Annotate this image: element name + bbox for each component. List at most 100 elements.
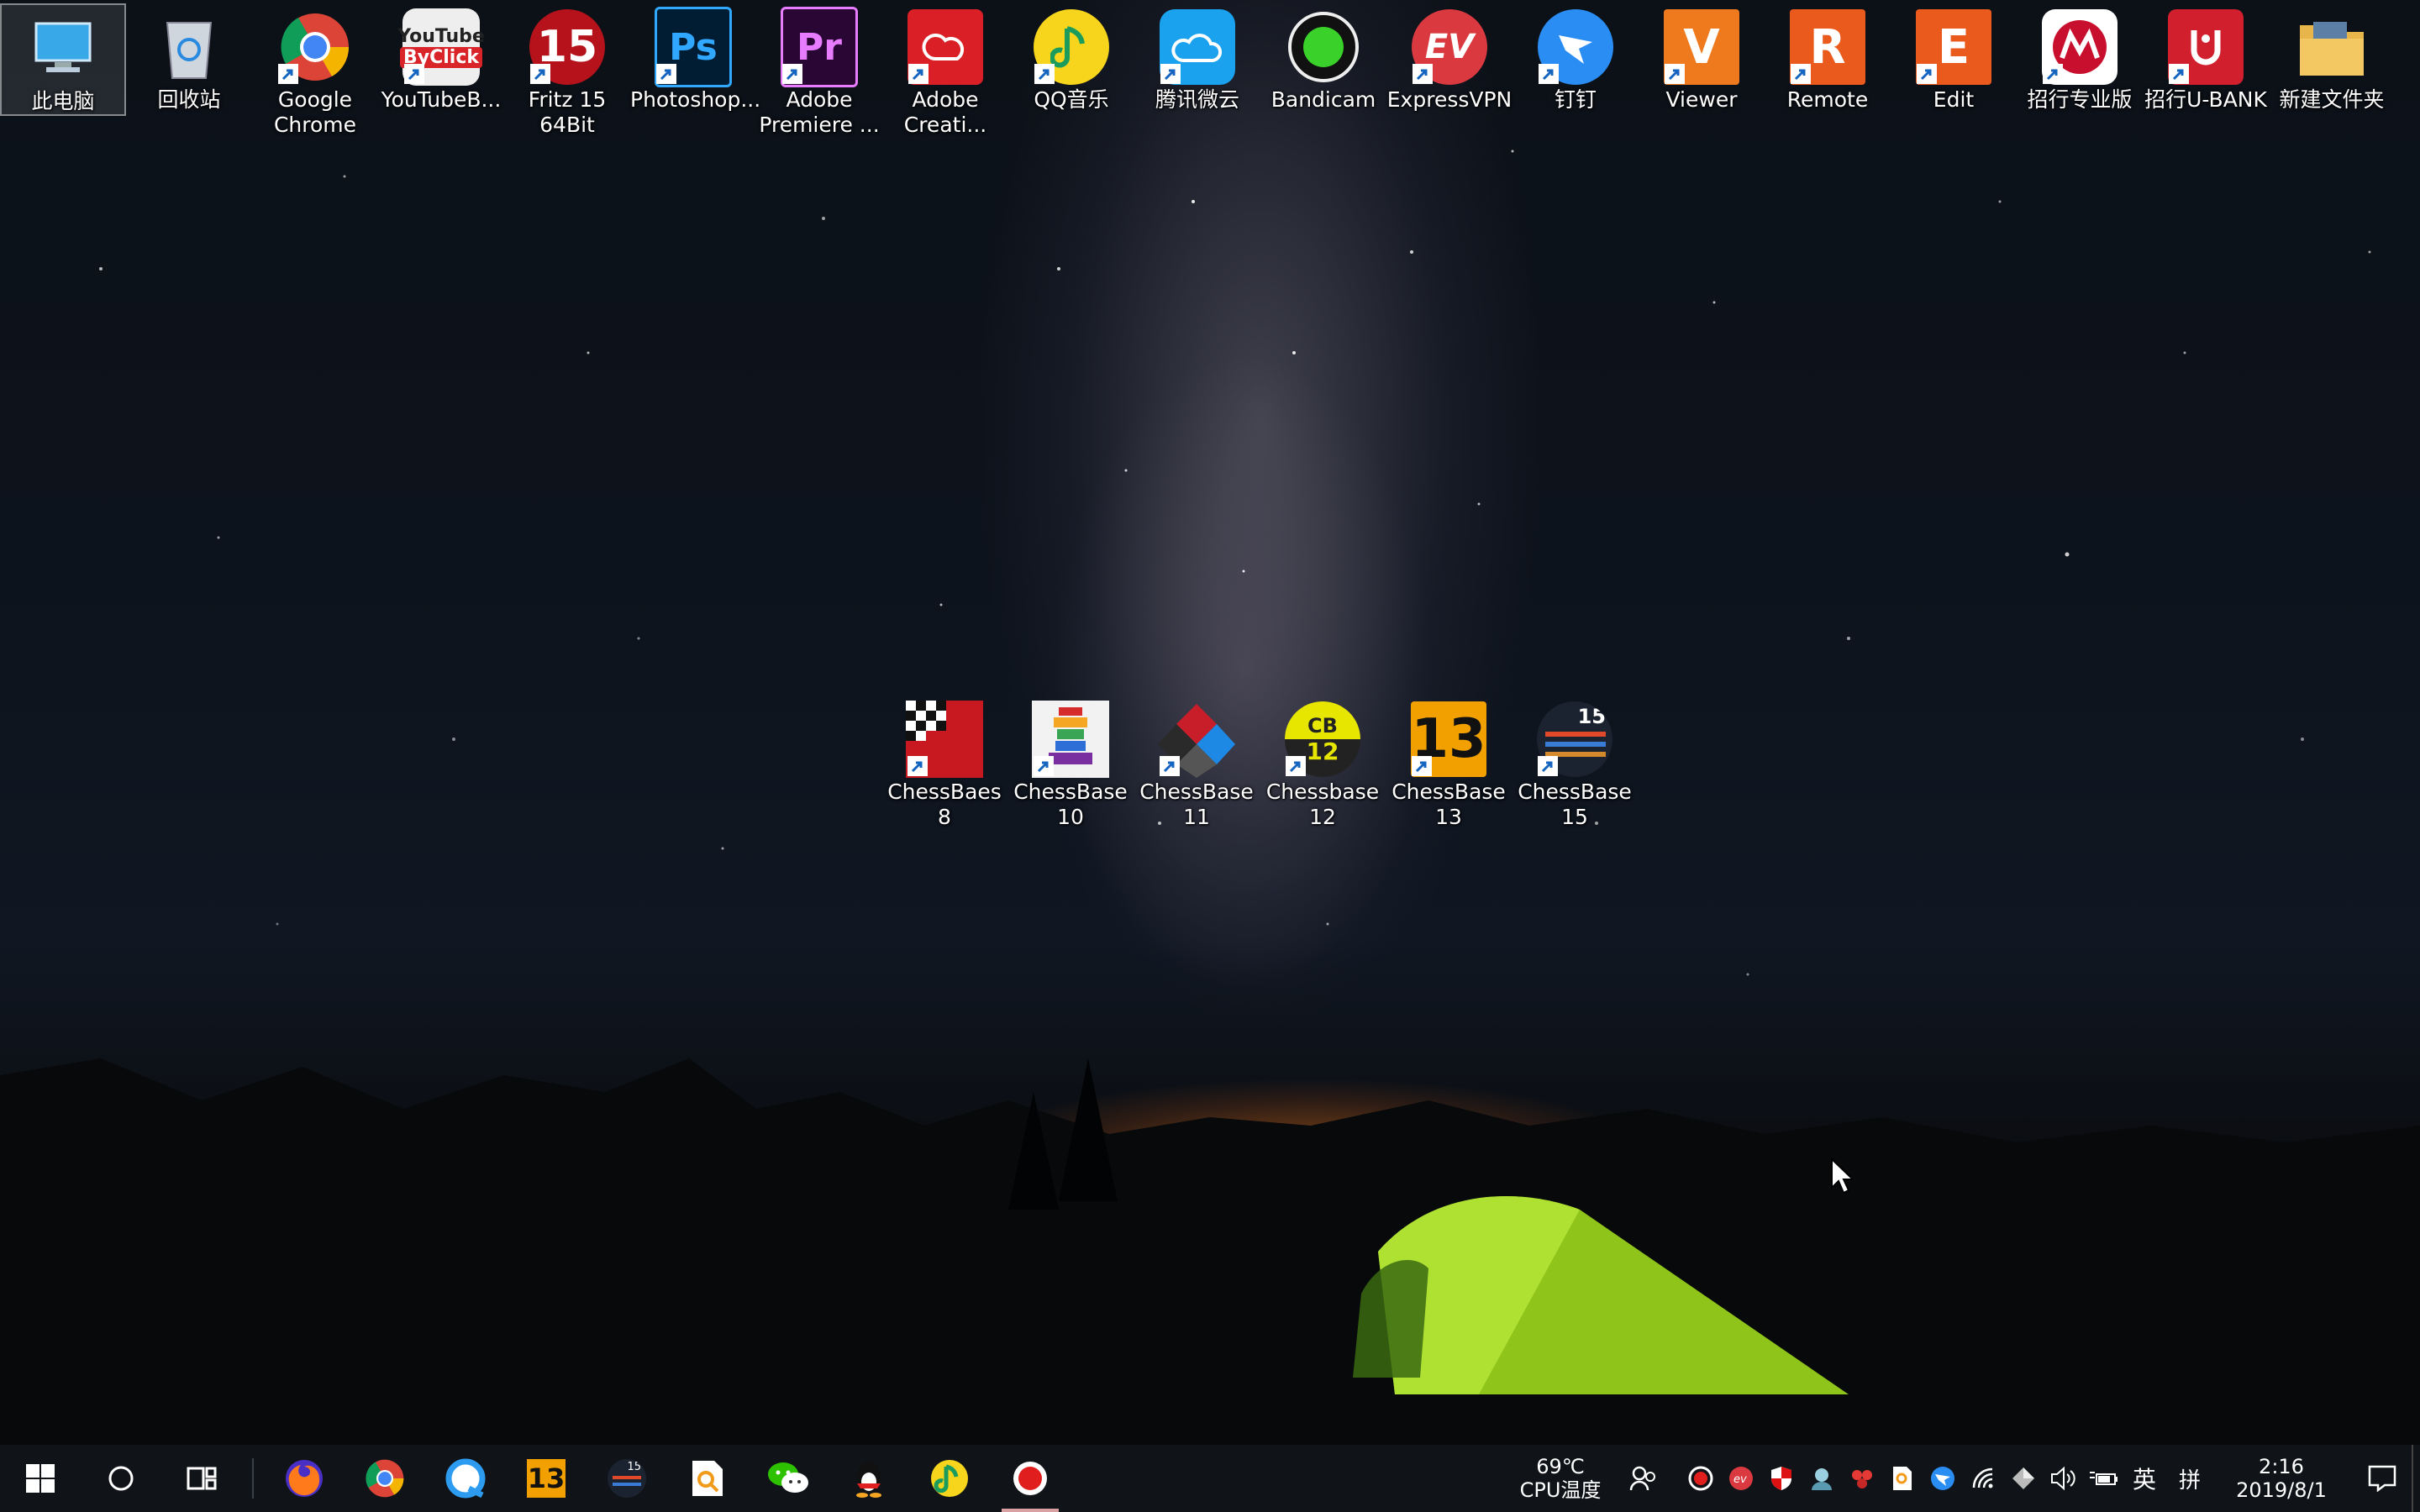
shortcut-arrow-icon	[404, 64, 424, 84]
taskbar-app-chessbase15[interactable]: 15	[587, 1445, 667, 1512]
user-avatar-icon	[1812, 1468, 1832, 1490]
tray-doc-app[interactable]	[1882, 1445, 1923, 1512]
desktop-icon-label: ChessBase 10	[1013, 780, 1128, 829]
tray-people-button[interactable]	[1623, 1445, 1664, 1512]
action-center-button[interactable]	[2353, 1445, 2412, 1512]
taskbar-app-browser[interactable]	[425, 1445, 506, 1512]
desktop-icon-chessbase12[interactable]: CB 12 Chessbase 12	[1260, 696, 1386, 830]
desktop-icon-label: Adobe Premiere ...	[759, 87, 880, 137]
desktop-icon-label: Edit	[1933, 87, 1975, 112]
taskbar-app-chessbase13[interactable]: 13	[506, 1445, 587, 1512]
folder-icon	[2293, 8, 2370, 86]
desktop-icon-fritz15[interactable]: 15 Fritz 15 64Bit	[504, 3, 630, 138]
desktop-icon-weiyun[interactable]: 腾讯微云	[1134, 3, 1260, 113]
shortcut-arrow-icon	[908, 64, 929, 84]
chessbase13-icon: 13	[527, 1459, 566, 1498]
desktop-icon-new-folder[interactable]: 新建文件夹	[2269, 3, 2395, 113]
tray-ime-mode[interactable]: 拼	[2165, 1445, 2215, 1512]
desktop-icon-photoshop[interactable]: Ps Photoshop...	[630, 3, 760, 113]
desktop-icon-cmb-pro[interactable]: 招行专业版	[2017, 3, 2143, 113]
taskbar-app-doc-viewer[interactable]	[667, 1445, 748, 1512]
shortcut-arrow-icon	[1539, 64, 1559, 84]
qq-music-icon	[931, 1460, 968, 1497]
tray-volume[interactable]	[2044, 1445, 2084, 1512]
desktop[interactable]: 此电脑 回收站 Google Chrome YouTube ByClick Yo…	[0, 0, 2420, 1445]
show-desktop-button[interactable]	[2412, 1445, 2420, 1512]
tray-network[interactable]	[1963, 1445, 2003, 1512]
desktop-icon-youtube-byclick[interactable]: YouTube ByClick YouTubeB...	[378, 3, 504, 113]
desktop-icon-chessbase13[interactable]: 13 ChessBase 13	[1386, 696, 1512, 830]
cortana-circle-icon	[108, 1466, 134, 1491]
diamond-icon	[2012, 1467, 2034, 1489]
clock-date: 2019/8/1	[2236, 1478, 2327, 1502]
document-icon	[1893, 1467, 1912, 1490]
taskbar-app-qq[interactable]	[829, 1445, 909, 1512]
tray-dingtalk[interactable]	[1923, 1445, 1963, 1512]
shortcut-arrow-icon	[1286, 756, 1306, 776]
task-view-button[interactable]	[161, 1445, 242, 1512]
cpu-temperature-widget[interactable]: 69℃ CPU温度	[1514, 1455, 1607, 1502]
desktop-icon-chessbase8[interactable]: ChessBaes 8	[881, 696, 1007, 830]
desktop-icon-label: ExpressVPN	[1386, 87, 1512, 112]
desktop-icon-edit[interactable]: E Edit	[1891, 3, 2017, 113]
task-view-icon	[187, 1467, 217, 1490]
desktop-icon-creative-cloud[interactable]: Adobe Creati...	[882, 3, 1008, 138]
desktop-icon-chessbase15[interactable]: 15 ChessBase 15	[1512, 696, 1638, 830]
desktop-icon-expressvpn[interactable]: EV ExpressVPN	[1386, 3, 1512, 113]
shortcut-arrow-icon	[1538, 756, 1558, 776]
taskbar-app-wechat[interactable]	[748, 1445, 829, 1512]
tray-user-app[interactable]	[1802, 1445, 1842, 1512]
tray-diamond-app[interactable]	[2003, 1445, 2044, 1512]
recycle-bin-icon	[150, 8, 228, 86]
taskbar-app-bandicam[interactable]	[990, 1445, 1071, 1512]
bandicam-icon	[1285, 8, 1362, 86]
clock[interactable]: 2:16 2019/8/1	[2227, 1455, 2336, 1502]
desktop-icon-remote[interactable]: R Remote	[1765, 3, 1891, 113]
taskbar-app-qq-music[interactable]	[909, 1445, 990, 1512]
desktop-icon-label: ChessBase 11	[1139, 780, 1254, 829]
shortcut-arrow-icon	[1160, 64, 1181, 84]
desktop-icon-this-pc[interactable]: 此电脑	[0, 3, 126, 116]
shortcut-arrow-icon	[278, 64, 298, 84]
desktop-icon-label: Adobe Creati...	[903, 87, 987, 137]
desktop-icon-viewer[interactable]: V Viewer	[1639, 3, 1765, 113]
shortcut-arrow-icon	[1034, 64, 1055, 84]
edit-icon: E	[1915, 8, 1992, 86]
cpu-temperature-label: CPU温度	[1519, 1478, 1602, 1502]
qq-penguin-icon	[856, 1462, 881, 1498]
tray-cloud-app[interactable]	[1842, 1445, 1882, 1512]
desktop-icon-chessbase11[interactable]: ChessBase 11	[1134, 696, 1260, 830]
bandicam-record-icon	[1013, 1462, 1047, 1495]
desktop-icon-label: 招行U-BANK	[2144, 87, 2267, 112]
taskbar-app-chrome[interactable]	[345, 1445, 425, 1512]
desktop-icon-recycle-bin[interactable]: 回收站	[126, 3, 252, 113]
chrome-icon	[276, 8, 354, 86]
desktop-icon-cmb-ubank[interactable]: 招行U-BANK	[2143, 3, 2269, 113]
tray-battery[interactable]	[2084, 1445, 2124, 1512]
desktop-icon-bandicam[interactable]: Bandicam	[1260, 3, 1386, 113]
flower-icon	[1852, 1470, 1872, 1488]
tray-bandicam[interactable]	[1681, 1445, 1721, 1512]
desktop-icon-qq-music[interactable]: QQ音乐	[1008, 3, 1134, 113]
desktop-icon-label: 此电脑	[31, 89, 95, 113]
fritz-icon: 15	[529, 8, 606, 86]
shortcut-arrow-icon	[1160, 756, 1180, 776]
taskbar-app-firefox[interactable]	[264, 1445, 345, 1512]
tray-security[interactable]	[1761, 1445, 1802, 1512]
viewer-icon: V	[1663, 8, 1740, 86]
shortcut-arrow-icon	[656, 64, 676, 84]
shortcut-arrow-icon	[908, 756, 928, 776]
desktop-icon-label: Google Chrome	[273, 87, 357, 137]
shortcut-arrow-icon	[1034, 756, 1054, 776]
tray-ime-language[interactable]: 英	[2124, 1445, 2165, 1512]
tray-expressvpn[interactable]: ev	[1721, 1445, 1761, 1512]
shortcut-arrow-icon	[1665, 64, 1685, 84]
desktop-icon-label: Chessbase 12	[1265, 780, 1380, 829]
start-button[interactable]	[0, 1445, 81, 1512]
cortana-search-button[interactable]	[81, 1445, 161, 1512]
desktop-icon-dingtalk[interactable]: 钉钉	[1512, 3, 1639, 113]
desktop-icon-chessbase10[interactable]: ChessBase 10	[1007, 696, 1134, 830]
desktop-icon-premiere[interactable]: Pr Adobe Premiere ...	[756, 3, 882, 138]
desktop-icon-label: 回收站	[157, 87, 221, 112]
desktop-icon-chrome[interactable]: Google Chrome	[252, 3, 378, 138]
